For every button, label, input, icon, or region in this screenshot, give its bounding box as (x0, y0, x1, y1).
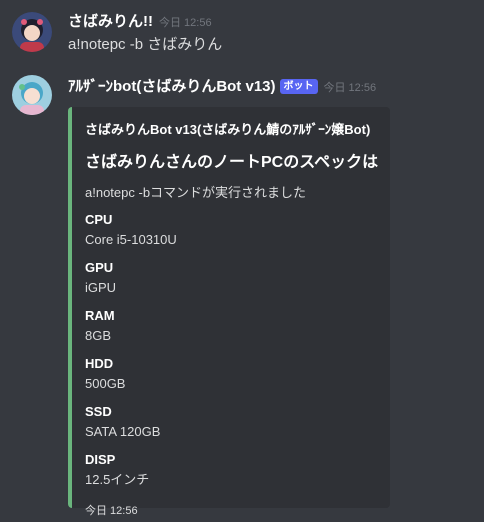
bot-tag-badge: ボット (279, 79, 318, 94)
field-value: 500GB (85, 376, 126, 391)
embed-field-ram: RAM 8GB (85, 308, 376, 345)
anime-bot-avatar-icon (12, 75, 52, 115)
field-name: SSD (85, 404, 112, 419)
embed-title: さばみりんさんのノートPCのスペックは (85, 154, 379, 171)
message-text: a!notepc -b さばみりん (68, 36, 223, 53)
embed-footer-timestamp: 今日 12:56 (85, 505, 138, 517)
field-value: 12.5インチ (85, 472, 150, 487)
username[interactable]: さばみりん!! (68, 13, 153, 30)
field-name: GPU (85, 260, 114, 275)
user-avatar[interactable] (12, 12, 52, 52)
embed-field-hdd: HDD 500GB (85, 356, 376, 393)
embed-description: a!notepc -bコマンドが実行されました (85, 185, 307, 200)
embed-field-ssd: SSD SATA 120GB (85, 404, 376, 441)
bot-avatar[interactable] (12, 75, 52, 115)
embed-card: さばみりんBot v13(さばみりん鯖のｱﾙｻﾞｰﾝ嬢Bot) さばみりんさんの… (68, 107, 390, 517)
field-value: iGPU (85, 280, 117, 295)
embed-field-disp: DISP 12.5インチ (85, 452, 376, 489)
field-name: CPU (85, 212, 113, 227)
embed-field-cpu: CPU Core i5-10310U (85, 212, 376, 249)
message-timestamp: 今日 12:56 (159, 17, 212, 29)
anime-girl-avatar-icon (12, 12, 52, 52)
field-value: 8GB (85, 328, 112, 343)
field-value: Core i5-10310U (85, 232, 177, 247)
message-timestamp: 今日 12:56 (323, 82, 377, 94)
field-name: DISP (85, 452, 116, 467)
field-name: HDD (85, 356, 114, 371)
bot-username[interactable]: ｱﾙｻﾞｰﾝbot(さばみりんBot v13) (68, 78, 276, 95)
field-value: SATA 120GB (85, 424, 161, 439)
embed-author: さばみりんBot v13(さばみりん鯖のｱﾙｻﾞｰﾝ嬢Bot) (85, 122, 371, 137)
embed-field-gpu: GPU iGPU (85, 260, 376, 297)
field-name: RAM (85, 308, 115, 323)
